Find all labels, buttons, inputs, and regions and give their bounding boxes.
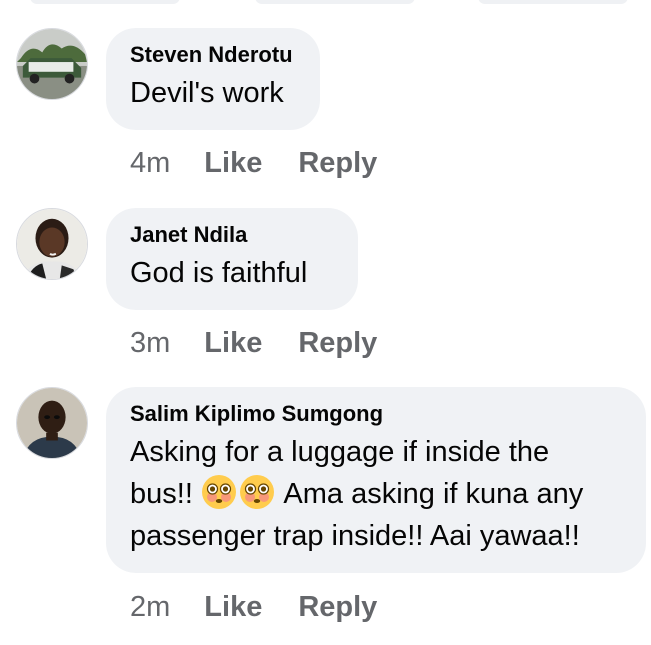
comment-actions: 3m Like Reply <box>130 326 377 360</box>
comment-author[interactable]: Steven Nderotu <box>130 42 296 68</box>
comment-text-line: Asking for a luggage if inside the <box>130 436 550 468</box>
comment-text: God is faithful <box>130 257 308 289</box>
avatar[interactable] <box>16 208 88 280</box>
comment-text-segment: bus!! <box>130 478 201 510</box>
flushed-face-emoji-icon <box>201 474 237 510</box>
comment-bubble: Janet Ndila God is faithful <box>106 208 358 310</box>
flushed-face-emoji-icon <box>239 474 275 510</box>
comment-author[interactable]: Salim Kiplimo Sumgong <box>130 401 622 427</box>
previous-item-stub <box>255 0 415 4</box>
avatar-photo <box>17 29 87 99</box>
comment-timestamp[interactable]: 3m <box>130 326 170 360</box>
avatar[interactable] <box>16 387 88 459</box>
comment-text: Devil's work <box>130 77 284 109</box>
previous-item-stub <box>30 0 180 4</box>
comment-timestamp[interactable]: 4m <box>130 146 170 180</box>
avatar-photo <box>17 388 87 458</box>
like-button[interactable]: Like <box>204 326 262 360</box>
reply-button[interactable]: Reply <box>298 326 377 360</box>
comment-text-line: passenger trap inside!! Aai yawaa!! <box>130 520 580 552</box>
avatar-photo <box>17 209 87 279</box>
previous-item-stub <box>478 0 628 4</box>
comment-author[interactable]: Janet Ndila <box>130 222 334 248</box>
comment-bubble: Salim Kiplimo Sumgong Asking for a lugga… <box>106 387 646 573</box>
like-button[interactable]: Like <box>204 590 262 624</box>
comment-timestamp[interactable]: 2m <box>130 590 170 624</box>
like-button[interactable]: Like <box>204 146 262 180</box>
comment-actions: 4m Like Reply <box>130 146 377 180</box>
avatar[interactable] <box>16 28 88 100</box>
comment-text-line: bus!! Ama asking if kuna any <box>130 473 622 515</box>
comment-actions: 2m Like Reply <box>130 590 377 624</box>
comment-text-segment: Ama asking if kuna any <box>276 478 584 510</box>
reply-button[interactable]: Reply <box>298 590 377 624</box>
comment-text: Asking for a luggage if inside the bus!! <box>130 431 622 557</box>
reply-button[interactable]: Reply <box>298 146 377 180</box>
comment-bubble: Steven Nderotu Devil's work <box>106 28 320 130</box>
